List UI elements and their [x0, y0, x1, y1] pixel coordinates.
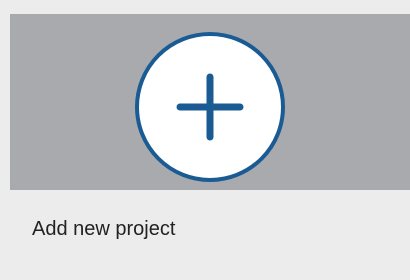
add-project-button[interactable]	[135, 32, 285, 182]
card-caption-area: Add new project	[10, 190, 410, 266]
plus-icon	[176, 73, 244, 141]
project-thumbnail-placeholder	[10, 14, 410, 190]
add-new-project-label: Add new project	[32, 218, 176, 240]
add-new-project-card[interactable]: Add new project	[10, 14, 410, 266]
